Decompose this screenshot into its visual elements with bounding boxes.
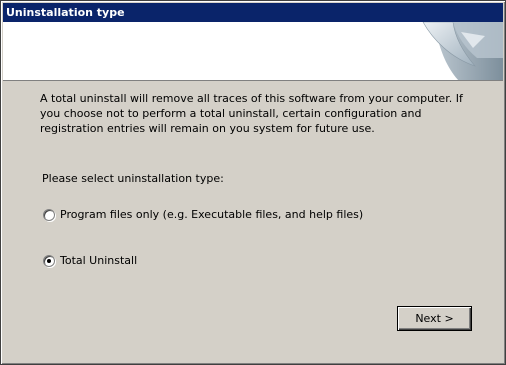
- option-label-program-files-only: Program files only (e.g. Executable file…: [60, 208, 364, 221]
- radio-total-uninstall[interactable]: [43, 254, 55, 267]
- next-button[interactable]: Next >: [397, 306, 472, 331]
- option-program-files-only[interactable]: Program files only (e.g. Executable file…: [43, 208, 363, 221]
- option-label-total-uninstall: Total Uninstall: [60, 254, 138, 267]
- page-curl-icon: [422, 22, 503, 80]
- header-banner: [3, 22, 503, 81]
- selection-prompt: Please select uninstallation type:: [42, 172, 224, 185]
- dialog-title: Uninstallation type: [3, 3, 503, 22]
- description-text: A total uninstall will remove all traces…: [40, 92, 463, 135]
- radio-program-files-only[interactable]: [43, 208, 55, 221]
- installer-dialog: Uninstallation type A total uninstall wi…: [0, 0, 506, 365]
- option-total-uninstall[interactable]: Total Uninstall: [43, 254, 137, 267]
